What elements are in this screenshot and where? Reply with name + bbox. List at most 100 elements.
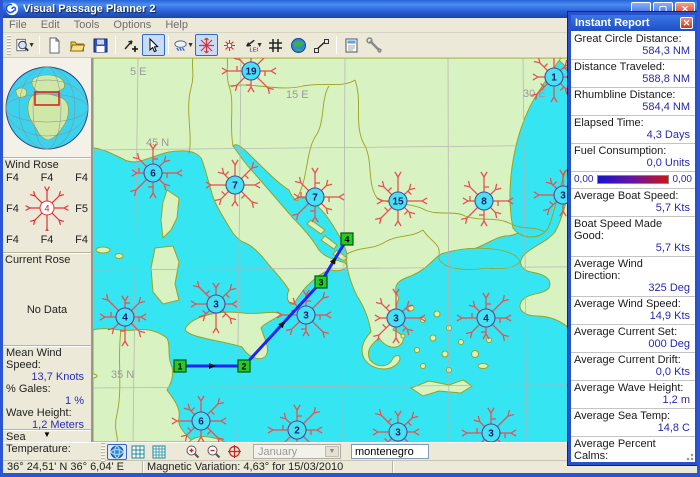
route-line-icon bbox=[313, 37, 330, 54]
globe-mode-button[interactable] bbox=[107, 444, 127, 460]
wind-rose-toggle-button[interactable] bbox=[195, 34, 218, 56]
settings-wrench-button[interactable] bbox=[363, 34, 386, 56]
report-document-icon bbox=[343, 37, 360, 54]
zoom-out-icon bbox=[206, 444, 221, 459]
report-view-button[interactable] bbox=[340, 34, 363, 56]
magnetic-variation-status: Magnetic Variation: 4,63° for 15/03/2010 bbox=[143, 461, 393, 473]
sidebar-scroll-down-icon[interactable]: ▼ bbox=[3, 430, 91, 442]
report-item-label: Average Wind Speed: bbox=[574, 298, 692, 310]
open-file-button[interactable] bbox=[66, 34, 89, 56]
chevron-down-icon: ▼ bbox=[325, 446, 339, 457]
menu-item-help[interactable]: Help bbox=[165, 19, 188, 31]
globe-locator-icon bbox=[4, 60, 90, 156]
report-item: Average Current Drift: 0,0 Kts bbox=[571, 353, 695, 381]
instant-report-titlebar[interactable]: Instant Report ✕ bbox=[571, 15, 695, 31]
svg-text:4: 4 bbox=[344, 235, 349, 245]
report-item-label: Fuel Consumption: bbox=[574, 145, 692, 157]
wind-rose-force-label: F4 bbox=[5, 234, 24, 246]
svg-text:3: 3 bbox=[303, 311, 309, 322]
sidebar-wind-rose-icon: 4 bbox=[24, 185, 70, 234]
report-item-label: Elapsed Time: bbox=[574, 117, 692, 129]
grid-mode-1-button[interactable] bbox=[128, 444, 148, 460]
report-item-value: 4,3 Days bbox=[574, 129, 692, 141]
wind-rose-force-label: F4 bbox=[24, 234, 70, 246]
grid-mode-2-button[interactable] bbox=[149, 444, 169, 460]
toolbar-separator bbox=[115, 36, 116, 54]
svg-text:7: 7 bbox=[312, 193, 318, 204]
zoom-in-button[interactable] bbox=[182, 444, 202, 460]
grid-toggle-button[interactable] bbox=[264, 34, 287, 56]
report-item: Average Boat Speed: 5,7 Kts bbox=[571, 189, 695, 217]
zoom-extents-button[interactable] bbox=[224, 444, 244, 460]
route-tool-button[interactable] bbox=[310, 34, 333, 56]
report-item-label: Average Current Drift: bbox=[574, 354, 692, 366]
save-file-button[interactable] bbox=[89, 34, 112, 56]
overview-globe[interactable] bbox=[3, 58, 91, 158]
menu-item-tools[interactable]: Tools bbox=[74, 19, 100, 31]
waypoint-marker[interactable]: 3 bbox=[315, 276, 327, 288]
month-select-value: January bbox=[258, 446, 297, 458]
wind-rose-small-icon bbox=[221, 37, 238, 54]
report-item-value: 5,7 Kts bbox=[574, 202, 692, 214]
new-document-button[interactable] bbox=[43, 34, 66, 56]
sidebar: Wind Rose F4F4F4F44F5F4F4F4 Current Rose… bbox=[3, 58, 93, 442]
svg-text:15: 15 bbox=[392, 197, 404, 208]
month-select[interactable]: January ▼ bbox=[253, 444, 341, 459]
report-item-label: Average Sea Temp: bbox=[574, 410, 692, 422]
add-waypoint-button[interactable] bbox=[119, 34, 142, 56]
instant-report-panel[interactable]: Instant Report ✕ Great Circle Distance: … bbox=[568, 12, 698, 465]
current-rose-title: Current Rose bbox=[5, 254, 89, 266]
current-rose-status: No Data bbox=[5, 304, 89, 316]
menu-item-edit[interactable]: Edit bbox=[41, 19, 60, 31]
waypoint-marker[interactable]: 1 bbox=[174, 360, 186, 372]
instant-report-body: Great Circle Distance: 584,3 NMDistance … bbox=[571, 31, 695, 462]
waypoint-marker[interactable]: 4 bbox=[341, 233, 353, 245]
report-item: Average Percent Calms: 3,9 bbox=[571, 437, 695, 462]
stat-value: 1 % bbox=[6, 395, 88, 407]
print-preview-button[interactable]: ▼ bbox=[13, 34, 36, 56]
report-item-value: 588,8 NM bbox=[574, 73, 692, 85]
cursor-arrow-icon bbox=[145, 37, 162, 54]
vessel-name-input[interactable] bbox=[351, 444, 429, 459]
toolbar-grip[interactable] bbox=[101, 442, 105, 462]
wind-rose-small-button[interactable] bbox=[218, 34, 241, 56]
weather-overlay-button[interactable]: ▼ bbox=[172, 34, 195, 56]
current-overlay-button[interactable]: LEC ▼ bbox=[241, 34, 264, 56]
save-disk-icon bbox=[92, 37, 109, 54]
menu-item-file[interactable]: File bbox=[9, 19, 27, 31]
report-item: Great Circle Distance: 584,3 NM bbox=[571, 32, 695, 60]
report-item-value: 0,0 Kts bbox=[574, 366, 692, 378]
resize-grip-icon[interactable] bbox=[683, 450, 695, 462]
wind-rose-force-label: F4 bbox=[5, 172, 24, 184]
wind-rose-panel: Wind Rose F4F4F4F44F5F4F4F4 bbox=[3, 158, 91, 253]
waypoint-marker[interactable]: 2 bbox=[238, 360, 250, 372]
report-item-value: 5,7 Kts bbox=[574, 242, 692, 254]
dropdown-arrow-icon: ▼ bbox=[28, 42, 35, 49]
zoom-out-button[interactable] bbox=[203, 444, 223, 460]
globe-view-button[interactable] bbox=[287, 34, 310, 56]
grid-mode-2-icon bbox=[152, 445, 166, 459]
svg-text:4: 4 bbox=[122, 313, 128, 324]
svg-text:3: 3 bbox=[560, 191, 566, 202]
report-item-value: 584,4 NM bbox=[574, 101, 692, 113]
report-item: Boat Speed Made Good: 5,7 Kts bbox=[571, 217, 695, 257]
zoom-in-icon bbox=[185, 444, 200, 459]
svg-text:4: 4 bbox=[44, 203, 49, 213]
report-item-value: 584,3 NM bbox=[574, 45, 692, 57]
stat-label: % Gales: bbox=[6, 383, 88, 395]
cursor-position-status: 36° 24,51' N 36° 6,04' E bbox=[3, 461, 143, 473]
new-document-icon bbox=[46, 37, 63, 54]
instant-report-close-icon[interactable]: ✕ bbox=[680, 17, 693, 29]
fuel-scale-min: 0,00 bbox=[574, 174, 593, 185]
toolbar-grip[interactable] bbox=[7, 35, 11, 55]
sidebar-stats: Mean Wind Speed:13,7 Knots% Gales:1 %Wav… bbox=[3, 346, 91, 430]
dropdown-arrow-icon: ▼ bbox=[187, 42, 194, 49]
svg-text:3: 3 bbox=[318, 278, 323, 288]
wind-rose-force-label: F5 bbox=[70, 203, 89, 215]
report-item-label: Average Percent Calms: bbox=[574, 438, 692, 462]
svg-text:4: 4 bbox=[483, 314, 489, 325]
select-cursor-button[interactable] bbox=[142, 34, 165, 56]
menu-item-options[interactable]: Options bbox=[113, 19, 151, 31]
wind-rose-grid: F4F4F4F44F5F4F4F4 bbox=[5, 171, 89, 247]
report-item-label: Rhumbline Distance: bbox=[574, 89, 692, 101]
